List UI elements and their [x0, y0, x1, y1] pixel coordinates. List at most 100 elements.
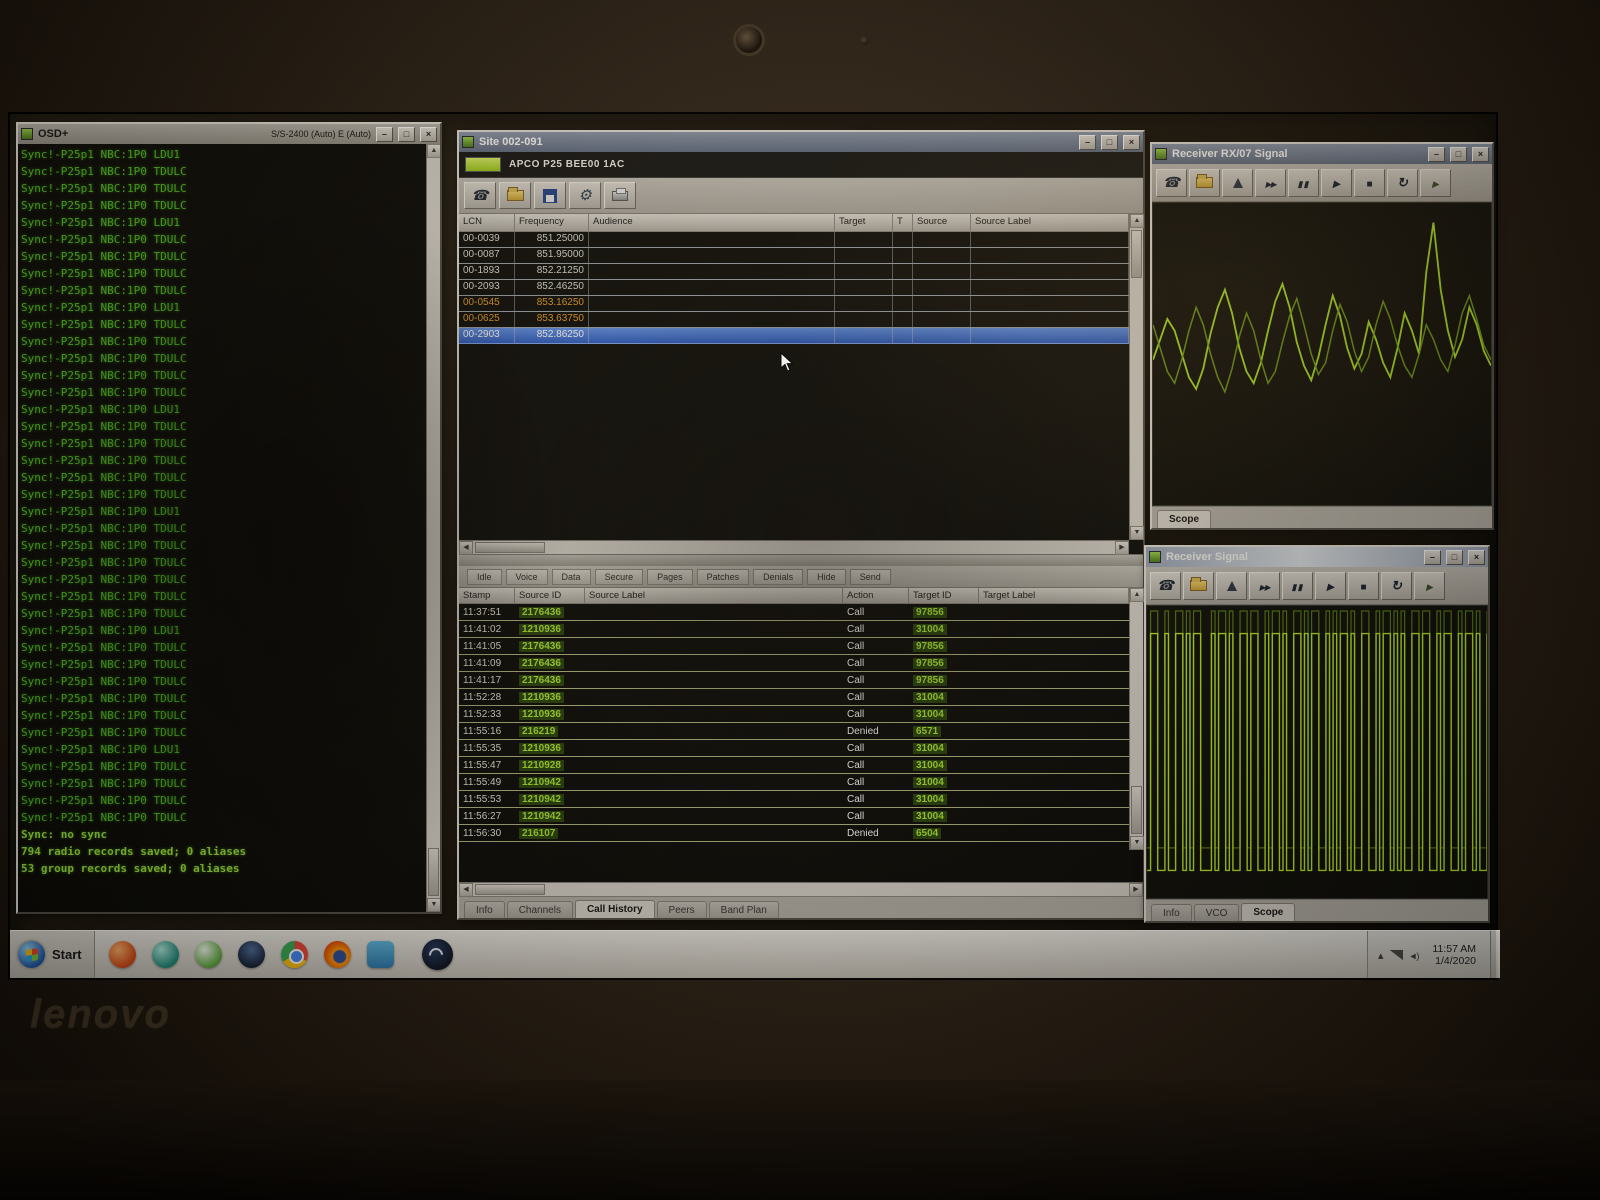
scroll-down-icon[interactable] — [1130, 836, 1144, 850]
toolbar-button[interactable] — [1387, 169, 1418, 197]
scroll-down-icon[interactable] — [427, 898, 440, 912]
tab[interactable]: Scope — [1157, 510, 1211, 528]
column-header[interactable]: Action — [843, 588, 909, 604]
chrome-icon[interactable] — [281, 941, 308, 968]
toolbar-button[interactable] — [1354, 169, 1385, 197]
channel-row[interactable]: 00-0545 853.16250 — [459, 296, 1129, 312]
column-header[interactable]: Source ID — [515, 588, 585, 604]
minimize-button[interactable] — [376, 127, 393, 142]
scroll-up-icon[interactable] — [1130, 214, 1144, 228]
toolbar-button[interactable] — [1348, 572, 1379, 600]
tab[interactable]: Call History — [575, 900, 655, 918]
filter-button[interactable]: Voice — [506, 569, 548, 585]
column-header[interactable]: Target Label — [979, 588, 1129, 604]
toolbar-button[interactable] — [604, 182, 636, 209]
filter-button[interactable]: Idle — [467, 569, 502, 585]
toolbar-button[interactable] — [1150, 572, 1181, 600]
toolbar-button[interactable] — [1216, 572, 1247, 600]
filter-button[interactable]: Patches — [697, 569, 750, 585]
filter-button[interactable]: Pages — [647, 569, 693, 585]
channel-hscrollbar[interactable] — [459, 540, 1129, 554]
show-desktop-button[interactable] — [1490, 931, 1498, 978]
toolbar-button[interactable] — [464, 182, 496, 209]
scroll-up-icon[interactable] — [1130, 588, 1144, 602]
blue-app-icon[interactable] — [367, 941, 394, 968]
filter-button[interactable]: Denials — [753, 569, 803, 585]
toolbar-button[interactable] — [1420, 169, 1451, 197]
toolbar-button[interactable] — [1255, 169, 1286, 197]
scroll-up-icon[interactable] — [427, 144, 440, 158]
channel-row[interactable]: 00-2093 852.46250 — [459, 280, 1129, 296]
green-app-icon[interactable] — [195, 941, 222, 968]
column-header[interactable]: Target ID — [909, 588, 979, 604]
call-row[interactable]: 11:37:51 2176436 Call 97856 — [459, 604, 1129, 621]
call-row[interactable]: 11:52:33 1210936 Call 31004 — [459, 706, 1129, 723]
column-header[interactable]: Source Label — [971, 214, 1129, 232]
scroll-right-icon[interactable] — [1115, 541, 1129, 555]
network-icon[interactable] — [1390, 950, 1403, 960]
toolbar-button[interactable] — [1222, 169, 1253, 197]
minimize-button[interactable] — [1428, 147, 1445, 162]
call-row[interactable]: 11:55:35 1210936 Call 31004 — [459, 740, 1129, 757]
toolbar-button[interactable] — [1381, 572, 1412, 600]
column-header[interactable]: Audience — [589, 214, 835, 232]
toolbar-button[interactable] — [1315, 572, 1346, 600]
column-header[interactable]: LCN — [459, 214, 515, 232]
toolbar-button[interactable] — [534, 182, 566, 209]
call-row[interactable]: 11:56:27 1210942 Call 31004 — [459, 808, 1129, 825]
call-row[interactable]: 11:41:17 2176436 Call 97856 — [459, 672, 1129, 689]
pane-splitter[interactable] — [459, 554, 1143, 566]
orange-app-icon[interactable] — [109, 941, 136, 968]
toolbar-button[interactable] — [1156, 169, 1187, 197]
receiver2-titlebar[interactable]: Receiver Signal — [1146, 547, 1488, 567]
scroll-left-icon[interactable] — [459, 541, 473, 555]
call-row[interactable]: 11:55:53 1210942 Call 31004 — [459, 791, 1129, 808]
column-header[interactable]: Stamp — [459, 588, 515, 604]
column-header[interactable]: Source — [913, 214, 971, 232]
call-row[interactable]: 11:41:09 2176436 Call 97856 — [459, 655, 1129, 672]
column-header[interactable]: Source Label — [585, 588, 843, 604]
teal-app-icon[interactable] — [152, 941, 179, 968]
volume-icon[interactable] — [1409, 946, 1419, 964]
tab[interactable]: Scope — [1241, 903, 1295, 921]
call-hscrollbar[interactable] — [459, 882, 1143, 896]
call-row[interactable]: 11:41:05 2176436 Call 97856 — [459, 638, 1129, 655]
close-button[interactable] — [1468, 550, 1485, 565]
tab[interactable]: Info — [1151, 904, 1192, 921]
channel-row[interactable]: 00-0625 853.63750 — [459, 312, 1129, 328]
firefox-icon[interactable] — [324, 941, 351, 968]
close-button[interactable] — [1472, 147, 1489, 162]
site-titlebar[interactable]: Site 002-091 — [459, 132, 1143, 152]
minimize-button[interactable] — [1079, 135, 1096, 150]
osd-titlebar[interactable]: OSD+ S/S-2400 (Auto) E (Auto) — [18, 124, 440, 144]
toolbar-button[interactable] — [1321, 169, 1352, 197]
channel-scrollbar[interactable] — [1129, 214, 1143, 540]
call-row[interactable]: 11:55:16 216219 Denied 6571 — [459, 723, 1129, 740]
tab[interactable]: Band Plan — [709, 901, 779, 918]
maximize-button[interactable] — [398, 127, 415, 142]
maximize-button[interactable] — [1446, 550, 1463, 565]
maximize-button[interactable] — [1450, 147, 1467, 162]
channel-row[interactable]: 00-0087 851.95000 — [459, 248, 1129, 264]
tab[interactable]: Info — [464, 901, 505, 918]
tab[interactable]: Channels — [507, 901, 573, 918]
filter-button[interactable]: Secure — [595, 569, 644, 585]
scroll-thumb[interactable] — [475, 542, 545, 553]
toolbar-button[interactable] — [1183, 572, 1214, 600]
satellite-app-icon[interactable] — [422, 939, 453, 970]
minimize-button[interactable] — [1424, 550, 1441, 565]
scroll-left-icon[interactable] — [459, 883, 473, 897]
tray-chevron-icon[interactable] — [1378, 946, 1384, 964]
scroll-thumb[interactable] — [428, 848, 439, 896]
call-row[interactable]: 11:55:47 1210928 Call 31004 — [459, 757, 1129, 774]
scroll-thumb[interactable] — [475, 884, 545, 895]
scroll-thumb[interactable] — [1131, 230, 1142, 278]
person-app-icon[interactable] — [238, 941, 265, 968]
channel-row[interactable]: 00-1893 852.21250 — [459, 264, 1129, 280]
toolbar-button[interactable] — [1414, 572, 1445, 600]
call-row[interactable]: 11:52:28 1210936 Call 31004 — [459, 689, 1129, 706]
call-scrollbar[interactable] — [1129, 588, 1143, 850]
column-header[interactable]: Target — [835, 214, 893, 232]
osd-scrollbar[interactable] — [426, 144, 440, 912]
column-header[interactable]: Frequency — [515, 214, 589, 232]
